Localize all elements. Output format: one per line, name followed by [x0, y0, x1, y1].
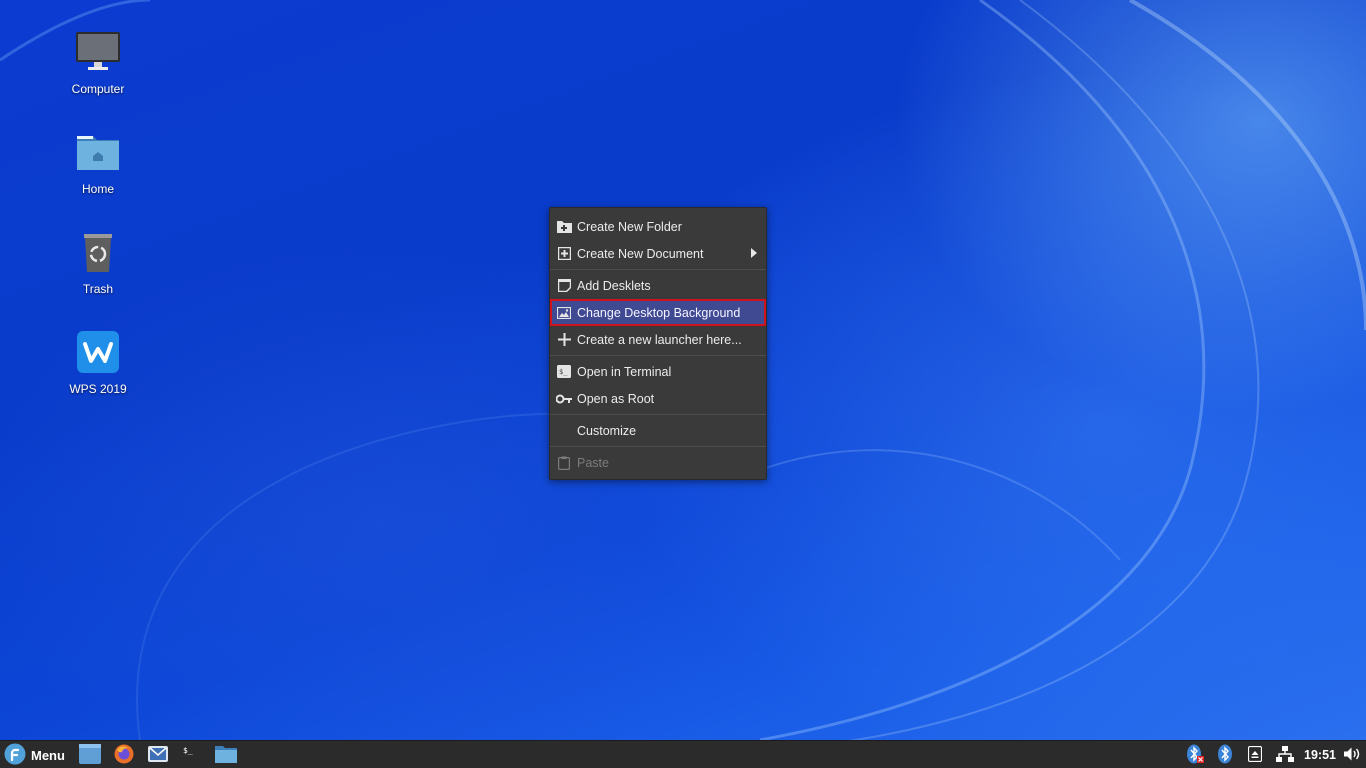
- desktop-icon-label: WPS 2019: [69, 382, 127, 396]
- key-icon: [556, 391, 572, 407]
- terminal-icon: $_: [556, 364, 572, 380]
- bluetooth-icon: [1217, 744, 1233, 767]
- tray-network[interactable]: [1270, 741, 1300, 768]
- menu-item-create-new-folder[interactable]: Create New Folder: [550, 213, 766, 240]
- monitor-icon: [74, 28, 122, 76]
- new-document-icon: [556, 246, 572, 262]
- desktop-icon-label: Home: [81, 182, 114, 196]
- system-tray: 19:51: [1180, 741, 1366, 768]
- tray-bluetooth[interactable]: [1210, 741, 1240, 768]
- menu-item-label: Create New Folder: [577, 219, 682, 234]
- taskbar: Menu $_ 19:51: [0, 740, 1366, 768]
- menu-item-open-as-root[interactable]: Open as Root: [550, 385, 766, 412]
- launcher-mail[interactable]: [141, 741, 175, 768]
- menu-button-label: Menu: [31, 747, 65, 763]
- eject-icon: [1247, 745, 1263, 765]
- svg-text:$_: $_: [559, 368, 568, 376]
- svg-text:$_: $_: [183, 746, 193, 755]
- menu-item-paste[interactable]: Paste: [550, 449, 766, 476]
- clipboard-icon: [556, 455, 572, 471]
- desktop-icon-label: Trash: [82, 282, 114, 296]
- menu-item-label: Add Desklets: [577, 278, 651, 293]
- volume-icon: [1344, 747, 1362, 764]
- menu-separator: [550, 446, 766, 447]
- fedora-logo-icon: [4, 743, 26, 768]
- home-folder-icon: [74, 128, 122, 176]
- desktop-icon-trash[interactable]: Trash: [58, 228, 138, 296]
- menu-item-customize[interactable]: Customize: [550, 417, 766, 444]
- menu-item-label: Open as Root: [577, 391, 655, 406]
- firefox-icon: [114, 744, 134, 767]
- menu-separator: [550, 355, 766, 356]
- network-icon: [1276, 745, 1295, 765]
- desktop[interactable]: Computer Home Trash WPS 2019 Create New …: [0, 0, 1366, 768]
- menu-item-label: Paste: [577, 455, 609, 470]
- bluetooth-disabled-icon: [1186, 744, 1205, 767]
- menu-item-label: Change Desktop Background: [577, 305, 741, 320]
- trash-icon: [74, 228, 122, 276]
- terminal-icon: $_: [181, 744, 202, 766]
- desktop-context-menu: Create New Folder Create New Document Ad…: [549, 207, 767, 480]
- menu-separator: [550, 269, 766, 270]
- menu-item-change-desktop-background[interactable]: Change Desktop Background: [550, 299, 766, 326]
- menu-button[interactable]: Menu: [0, 741, 73, 768]
- launcher-firefox[interactable]: [107, 741, 141, 768]
- tray-removable-media[interactable]: [1240, 741, 1270, 768]
- files-window-icon: [78, 743, 101, 767]
- plus-icon: [556, 332, 572, 348]
- menu-item-create-launcher[interactable]: Create a new launcher here...: [550, 326, 766, 353]
- folder-icon: [214, 745, 237, 766]
- launcher-terminal[interactable]: $_: [175, 741, 209, 768]
- desktop-icon-computer[interactable]: Computer: [58, 28, 138, 96]
- desktop-icon-wps[interactable]: WPS 2019: [58, 328, 138, 396]
- menu-item-label: Create New Document: [577, 246, 704, 261]
- tray-bluetooth-disabled[interactable]: [1180, 741, 1210, 768]
- menu-separator: [550, 414, 766, 415]
- desktop-icon-home[interactable]: Home: [58, 128, 138, 196]
- image-icon: [556, 305, 572, 321]
- menu-item-create-new-document[interactable]: Create New Document: [550, 240, 766, 267]
- clock[interactable]: 19:51: [1300, 748, 1340, 762]
- tray-volume[interactable]: [1340, 741, 1366, 768]
- menu-item-label: Customize: [577, 423, 637, 438]
- desktop-icon-label: Computer: [71, 82, 125, 96]
- menu-item-add-desklets[interactable]: Add Desklets: [550, 272, 766, 299]
- launcher-files[interactable]: [209, 741, 243, 768]
- wps-office-icon: [74, 328, 122, 376]
- mail-icon: [147, 745, 168, 765]
- desklet-icon: [556, 278, 572, 294]
- menu-item-label: Open in Terminal: [577, 364, 672, 379]
- launcher-show-desktop[interactable]: [73, 741, 107, 768]
- menu-item-open-in-terminal[interactable]: $_ Open in Terminal: [550, 358, 766, 385]
- new-folder-icon: [556, 219, 572, 235]
- submenu-arrow-icon: [751, 248, 757, 258]
- menu-item-label: Create a new launcher here...: [577, 332, 742, 347]
